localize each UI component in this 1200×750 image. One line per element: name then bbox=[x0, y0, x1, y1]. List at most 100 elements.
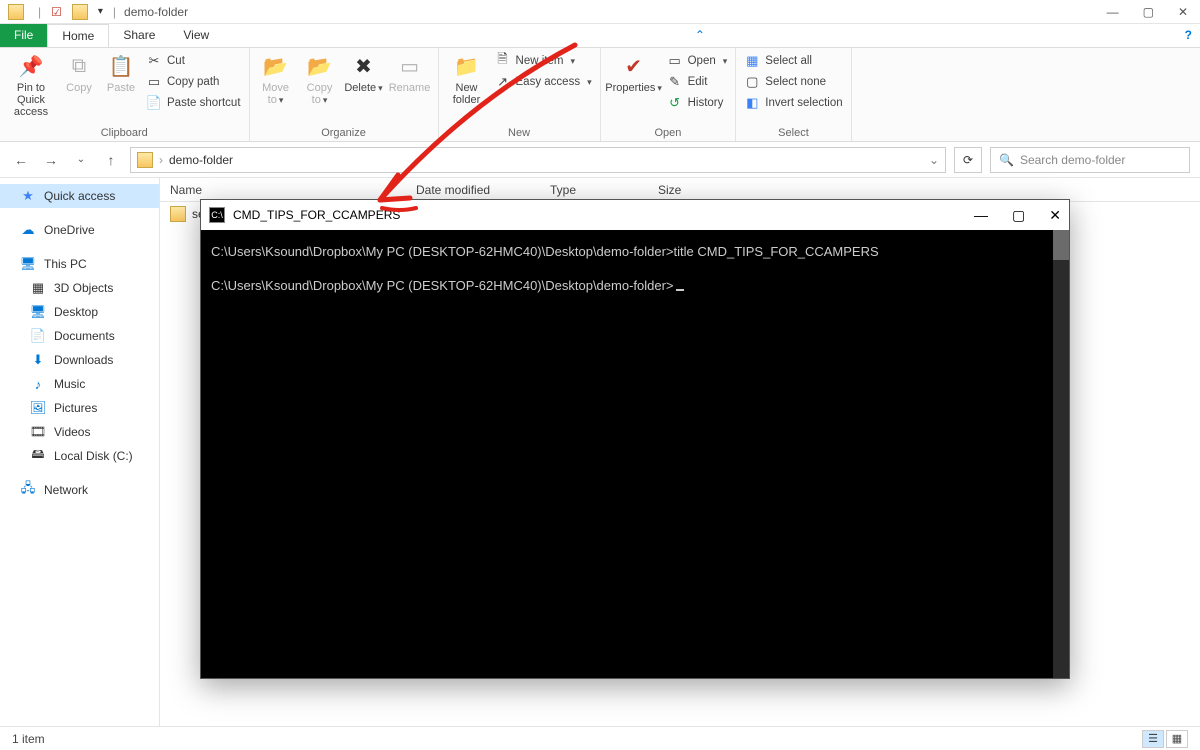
cmd-maximize-button[interactable]: ▢ bbox=[1012, 207, 1025, 224]
cmd-close-button[interactable]: ✕ bbox=[1049, 207, 1061, 224]
sidebar-documents[interactable]: 📄Documents bbox=[0, 324, 159, 348]
item-label: Downloads bbox=[54, 353, 113, 367]
up-button[interactable]: ↑ bbox=[100, 152, 122, 168]
new-folder-button[interactable]: 📁New folder bbox=[445, 50, 489, 108]
sidebar-this-pc[interactable]: 🖥This PC bbox=[0, 252, 159, 276]
open-button[interactable]: ▭Open▾ bbox=[665, 52, 730, 70]
quick-label: Quick access bbox=[44, 189, 115, 203]
sidebar-3d-objects[interactable]: ▦3D Objects bbox=[0, 276, 159, 300]
select-all-button[interactable]: ▦Select all bbox=[742, 52, 844, 70]
group-label: Organize bbox=[256, 127, 432, 141]
breadcrumb-sep: › bbox=[159, 153, 163, 167]
item-label: Local Disk (C:) bbox=[54, 449, 133, 463]
col-size[interactable]: Size bbox=[648, 183, 728, 197]
tab-share[interactable]: Share bbox=[109, 24, 169, 47]
sidebar-desktop[interactable]: 🖥Desktop bbox=[0, 300, 159, 324]
help-icon[interactable]: ? bbox=[1177, 24, 1200, 47]
copy-button[interactable]: ⧉ Copy bbox=[60, 50, 98, 96]
sidebar-downloads[interactable]: ⬇Downloads bbox=[0, 348, 159, 372]
desktop-icon: 🖥 bbox=[30, 304, 46, 320]
properties-button[interactable]: ✔Properties▾ bbox=[607, 50, 661, 96]
checkbox-icon[interactable]: ☑ bbox=[51, 5, 62, 19]
sidebar-network[interactable]: 🖧Network bbox=[0, 478, 159, 502]
item-count: 1 item bbox=[12, 732, 45, 746]
address-dropdown-icon[interactable]: ⌄ bbox=[929, 153, 939, 167]
search-icon: 🔍 bbox=[999, 153, 1014, 167]
pasteshort-label: Paste shortcut bbox=[167, 97, 241, 109]
sidebar-music[interactable]: ♪Music bbox=[0, 372, 159, 396]
refresh-button[interactable]: ⟳ bbox=[954, 147, 982, 173]
cmd-output[interactable]: C:\Users\Ksound\Dropbox\My PC (DESKTOP-6… bbox=[201, 230, 1069, 678]
col-name[interactable]: Name ⌃ bbox=[160, 183, 406, 197]
edit-button[interactable]: ✎Edit bbox=[665, 73, 730, 91]
maximize-button[interactable]: ▢ bbox=[1143, 5, 1154, 19]
breadcrumb[interactable]: demo-folder bbox=[169, 153, 233, 167]
history-button[interactable]: ↺History bbox=[665, 94, 730, 112]
documents-icon: 📄 bbox=[30, 328, 46, 344]
folder-icon: 📁 bbox=[453, 52, 481, 80]
group-label: Clipboard bbox=[6, 127, 243, 141]
separator: | bbox=[38, 5, 41, 19]
address-bar[interactable]: › demo-folder ⌄ bbox=[130, 147, 946, 173]
sidebar-local-disk[interactable]: 🖴Local Disk (C:) bbox=[0, 444, 159, 468]
col-date[interactable]: Date modified bbox=[406, 183, 540, 197]
window-titlebar: | ☑ ▾ | demo-folder — ▢ ✕ bbox=[0, 0, 1200, 24]
folder-icon bbox=[137, 152, 153, 168]
check-icon: ✔ bbox=[620, 52, 648, 80]
move-to-button[interactable]: 📂Move to▾ bbox=[256, 50, 296, 108]
close-button[interactable]: ✕ bbox=[1178, 5, 1188, 19]
tab-file[interactable]: File bbox=[0, 24, 47, 47]
rename-button[interactable]: ▭Rename bbox=[388, 50, 432, 96]
new-item-button[interactable]: 🗎New item▾ bbox=[493, 52, 594, 70]
paste-shortcut-button[interactable]: 📄Paste shortcut bbox=[144, 94, 243, 112]
copy-to-button[interactable]: 📂Copy to▾ bbox=[300, 50, 340, 108]
folder-icon bbox=[170, 206, 186, 222]
select-none-button[interactable]: ▢Select none bbox=[742, 73, 844, 91]
search-input[interactable]: 🔍 Search demo-folder bbox=[990, 147, 1190, 173]
cmd-command: title CMD_TIPS_FOR_CCAMPERS bbox=[674, 244, 879, 259]
tab-view[interactable]: View bbox=[169, 24, 223, 47]
invert-selection-button[interactable]: ◧Invert selection bbox=[742, 94, 844, 112]
qat-dropdown-icon[interactable]: ▾ bbox=[98, 6, 103, 17]
minimize-button[interactable]: — bbox=[1107, 5, 1119, 19]
pictures-icon: 🖼 bbox=[30, 400, 46, 416]
sidebar-onedrive[interactable]: ☁OneDrive bbox=[0, 218, 159, 242]
thispc-label: This PC bbox=[44, 257, 87, 271]
details-view-button[interactable]: ☰ bbox=[1142, 730, 1164, 748]
cmd-scroll-thumb[interactable] bbox=[1053, 230, 1069, 260]
sidebar-pictures[interactable]: 🖼Pictures bbox=[0, 396, 159, 420]
delete-button[interactable]: ✖Delete▾ bbox=[344, 50, 384, 96]
forward-button[interactable]: → bbox=[40, 152, 62, 168]
cut-button[interactable]: ✂Cut bbox=[144, 52, 243, 70]
sidebar-quick-access[interactable]: ★Quick access bbox=[0, 184, 159, 208]
group-label: Open bbox=[607, 127, 730, 141]
col-type[interactable]: Type bbox=[540, 183, 648, 197]
cmd-prompt: C:\Users\Ksound\Dropbox\My PC (DESKTOP-6… bbox=[211, 244, 674, 259]
copy-icon: ⧉ bbox=[65, 52, 93, 80]
status-bar: 1 item ☰ ▦ bbox=[0, 726, 1200, 750]
cmd-minimize-button[interactable]: — bbox=[974, 207, 988, 224]
easy-access-button[interactable]: ↗Easy access▾ bbox=[493, 73, 594, 91]
pin-icon: 📌 bbox=[17, 52, 45, 80]
cmd-title-text: CMD_TIPS_FOR_CCAMPERS bbox=[233, 208, 400, 222]
rename-icon: ▭ bbox=[396, 52, 424, 80]
sidebar-videos[interactable]: 🎞Videos bbox=[0, 420, 159, 444]
group-organize: 📂Move to▾ 📂Copy to▾ ✖Delete▾ ▭Rename Org… bbox=[250, 48, 439, 141]
ribbon-collapse-icon[interactable]: ⌃ bbox=[687, 24, 713, 47]
properties-label: Properties bbox=[605, 82, 655, 94]
tab-home[interactable]: Home bbox=[47, 24, 109, 47]
recent-dropdown[interactable]: ⌄ bbox=[70, 154, 92, 165]
cmd-scrollbar[interactable] bbox=[1053, 230, 1069, 678]
cmd-titlebar[interactable]: C:\ CMD_TIPS_FOR_CCAMPERS — ▢ ✕ bbox=[201, 200, 1069, 230]
icons-view-button[interactable]: ▦ bbox=[1166, 730, 1188, 748]
newitem-icon: 🗎 bbox=[495, 53, 511, 69]
back-button[interactable]: ← bbox=[10, 152, 32, 168]
separator: | bbox=[113, 5, 116, 19]
navigation-bar: ← → ⌄ ↑ › demo-folder ⌄ ⟳ 🔍 Search demo-… bbox=[0, 142, 1200, 178]
paste-button[interactable]: 📋 Paste bbox=[102, 50, 140, 96]
delete-label: Delete bbox=[344, 82, 376, 94]
pin-quick-access-button[interactable]: 📌 Pin to Quick access bbox=[6, 50, 56, 120]
newfolder-label: New folder bbox=[447, 82, 487, 106]
copy-path-button[interactable]: ▭Copy path bbox=[144, 73, 243, 91]
cloud-icon: ☁ bbox=[20, 222, 36, 238]
